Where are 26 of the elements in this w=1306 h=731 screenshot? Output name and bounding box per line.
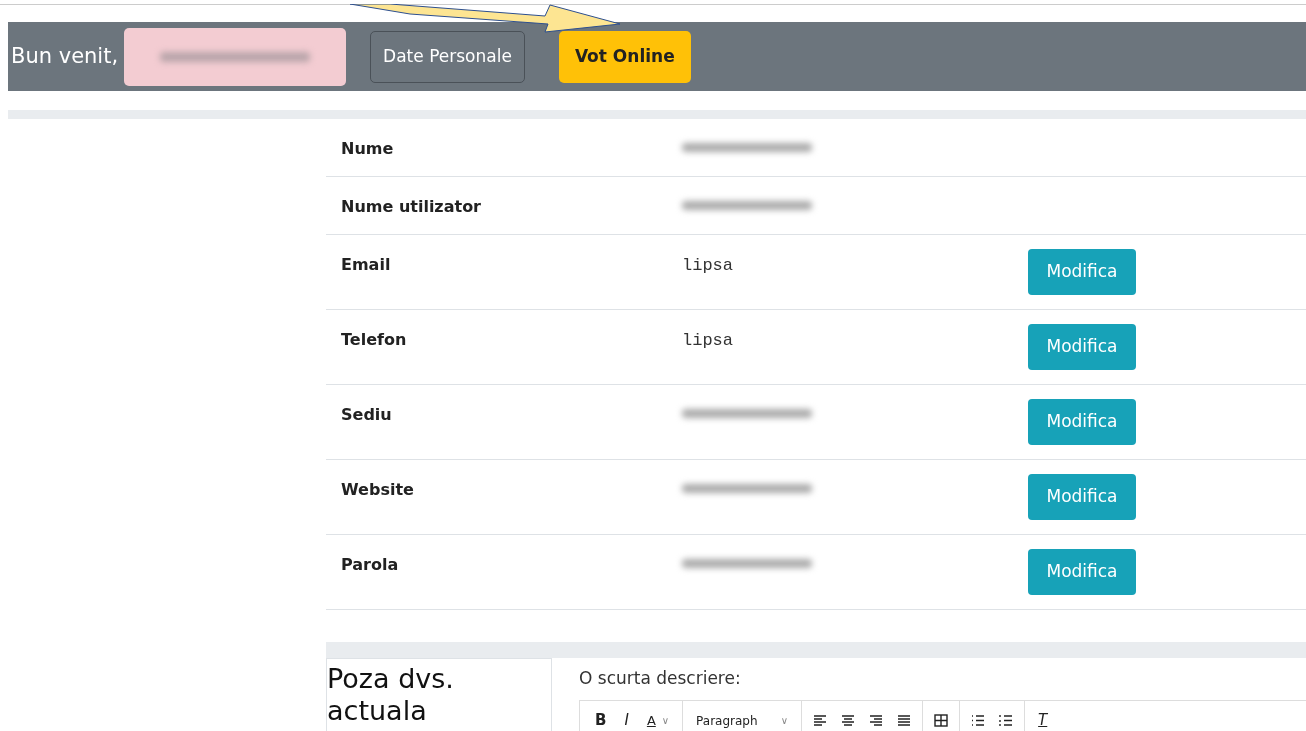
vote-online-button[interactable]: Vot Online <box>558 30 691 83</box>
bulleted-list-icon[interactable] <box>971 714 986 727</box>
field-label: Sediu <box>340 404 393 426</box>
description-label: O scurta descriere: <box>579 667 742 690</box>
field-value: lipsa <box>682 331 733 350</box>
field-label: Website <box>340 479 415 501</box>
text-color-button[interactable]: A ∨ <box>637 705 679 731</box>
table-icon[interactable] <box>934 714 949 727</box>
paragraph-select[interactable]: Paragraph ∨ <box>687 705 798 731</box>
align-center-icon[interactable] <box>841 714 856 727</box>
field-label: Nume <box>340 138 395 160</box>
field-label: Nume utilizator <box>340 196 482 218</box>
align-right-icon[interactable] <box>869 714 884 727</box>
italic-button[interactable]: I <box>615 705 638 731</box>
field-label: Email <box>340 254 392 276</box>
bold-button[interactable]: B <box>586 705 616 731</box>
photo-title: Poza dvs. actuala <box>326 658 552 731</box>
field-label: Telefon <box>340 329 408 351</box>
field-label: Parola <box>340 554 400 576</box>
greeting-text: Bun venit, <box>11 42 119 70</box>
personal-data-button[interactable]: Date Personale <box>370 30 525 83</box>
align-justify-icon[interactable] <box>897 714 912 727</box>
clear-format-button[interactable]: T <box>1029 705 1057 731</box>
field-value: lipsa <box>682 256 733 275</box>
numbered-list-icon[interactable] <box>999 714 1014 727</box>
align-left-icon[interactable] <box>813 714 828 727</box>
